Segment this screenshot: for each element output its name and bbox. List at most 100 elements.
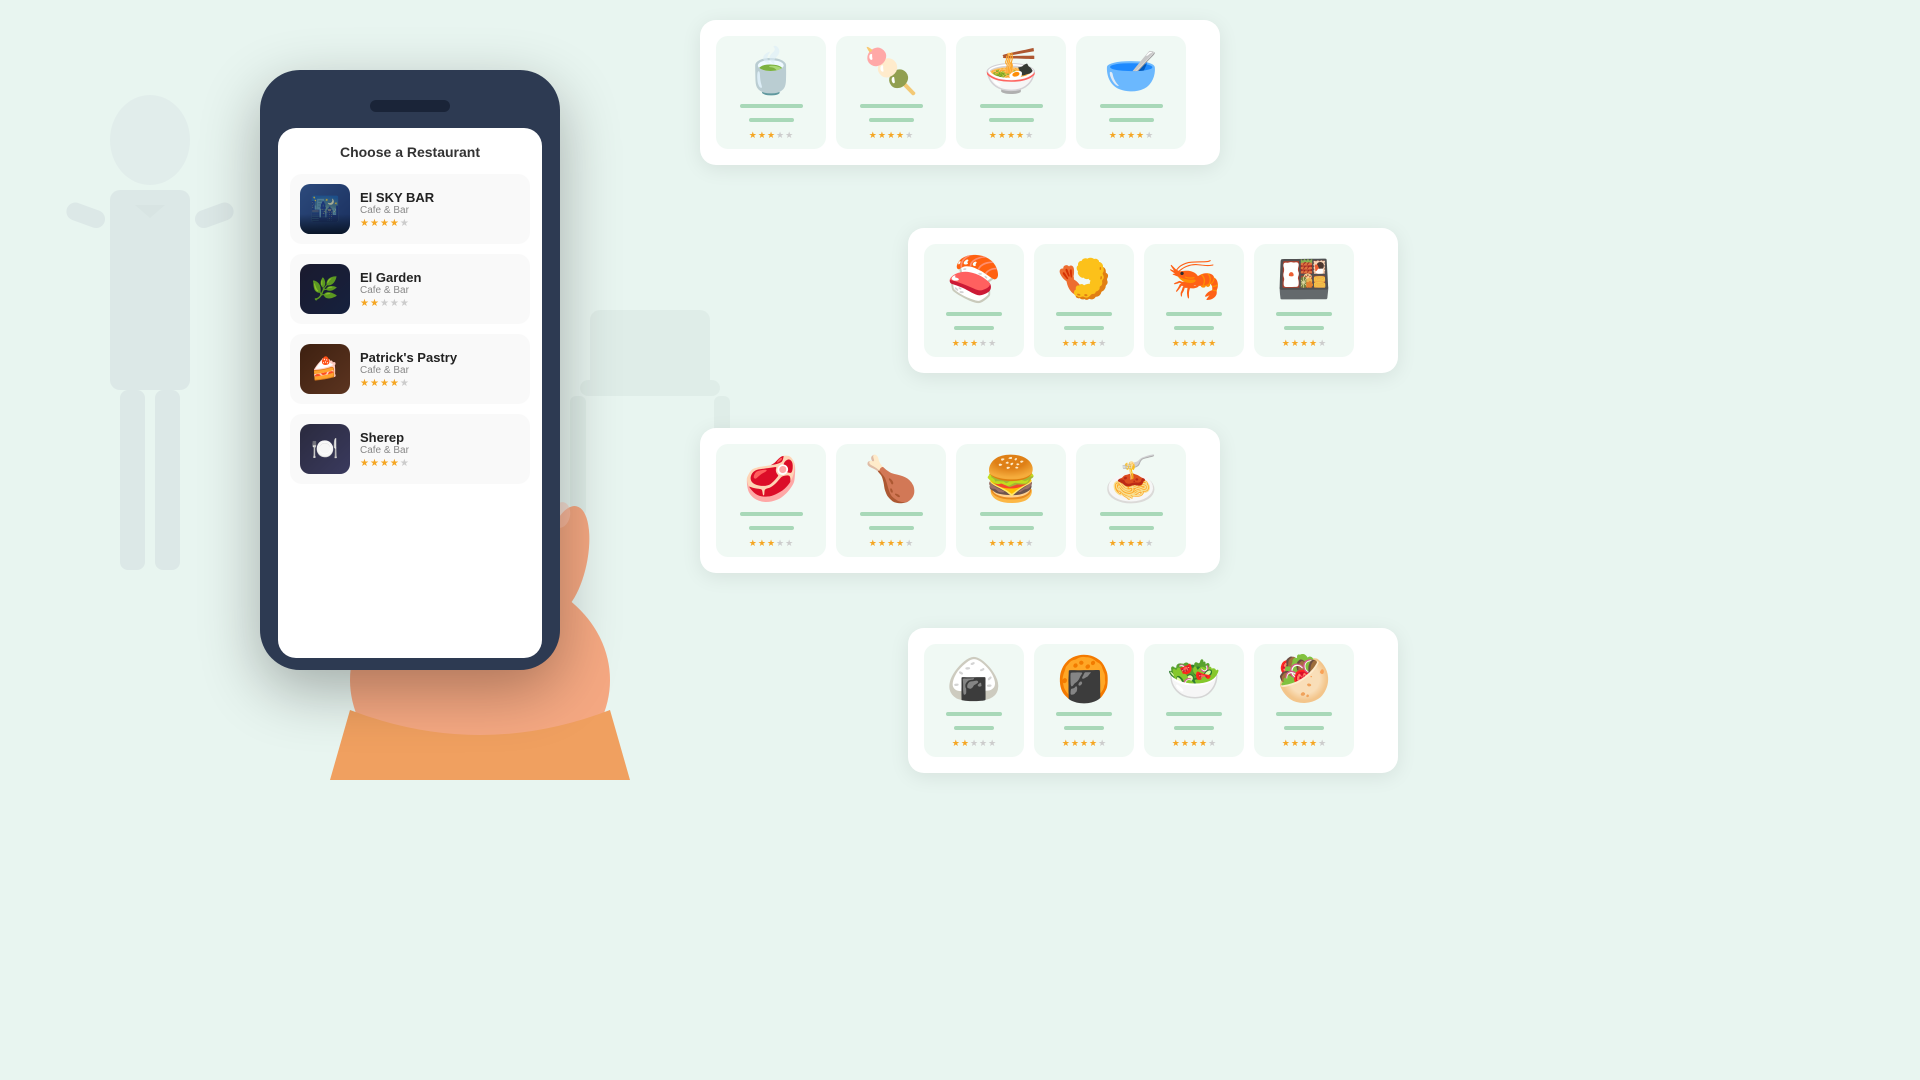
- food-line-2: [954, 326, 994, 330]
- star-e1: ★: [1208, 738, 1216, 749]
- star-f4: ★: [1136, 538, 1144, 549]
- food-emoji-noodle: 🍜: [984, 48, 1039, 96]
- star-e2: ★: [785, 130, 793, 141]
- star-3: ★: [380, 458, 389, 469]
- food-card-burger[interactable]: 🍔 ★ ★ ★ ★ ★: [956, 444, 1066, 557]
- restaurant-thumb-el-sky-bar: [300, 184, 350, 234]
- food-stars-sushi4: ★ ★ ★ ★ ★: [1282, 338, 1326, 349]
- star-f4: ★: [1199, 338, 1207, 349]
- star-f2: ★: [758, 130, 766, 141]
- food-card-roll3[interactable]: 🥗 ★ ★ ★ ★ ★: [1144, 644, 1244, 757]
- star-f4: ★: [1089, 338, 1097, 349]
- star-f3: ★: [887, 538, 895, 549]
- star-e1: ★: [1025, 130, 1033, 141]
- star-e2: ★: [988, 338, 996, 349]
- star-e1: ★: [1098, 338, 1106, 349]
- star-f2: ★: [998, 130, 1006, 141]
- food-card-roll1[interactable]: 🍙 ★ ★ ★ ★ ★: [924, 644, 1024, 757]
- star-5: ★: [400, 458, 409, 469]
- food-stars-roll1: ★ ★ ★ ★ ★: [952, 738, 996, 749]
- food-line-2: [749, 118, 794, 122]
- star-4: ★: [390, 218, 399, 229]
- food-card-sushi2[interactable]: 🍤 ★ ★ ★ ★ ★: [1034, 244, 1134, 357]
- food-line-1: [1100, 512, 1163, 516]
- star-e1: ★: [1025, 538, 1033, 549]
- food-emoji-burger: 🍔: [984, 456, 1039, 504]
- star-f4: ★: [1016, 130, 1024, 141]
- restaurant-item-el-garden[interactable]: El Garden Cafe & Bar ★ ★ ★ ★ ★: [290, 254, 530, 324]
- food-emoji-roll1: 🍙: [947, 656, 1002, 704]
- restaurant-stars-sherep: ★ ★ ★ ★ ★: [360, 458, 520, 469]
- star-e1: ★: [1145, 538, 1153, 549]
- food-emoji-sushi2: 🍤: [1057, 256, 1112, 304]
- restaurant-item-sherep[interactable]: Sherep Cafe & Bar ★ ★ ★ ★ ★: [290, 414, 530, 484]
- food-card-sushi1[interactable]: 🍣 ★ ★ ★ ★ ★: [924, 244, 1024, 357]
- star-3: ★: [380, 378, 389, 389]
- food-line-1: [1166, 712, 1222, 716]
- food-line-1: [1276, 312, 1332, 316]
- restaurant-info-patricks-pastry: Patrick's Pastry Cafe & Bar ★ ★ ★ ★ ★: [360, 350, 520, 389]
- food-line-1: [740, 512, 803, 516]
- food-line-2: [1109, 118, 1154, 122]
- food-card-pasta[interactable]: 🍝 ★ ★ ★ ★ ★: [1076, 444, 1186, 557]
- food-line-1: [1100, 104, 1163, 108]
- star-f1: ★: [1062, 738, 1070, 749]
- food-card-steak[interactable]: 🥩 ★ ★ ★ ★ ★: [716, 444, 826, 557]
- star-f3: ★: [1080, 738, 1088, 749]
- restaurant-stars-el-garden: ★ ★ ★ ★ ★: [360, 298, 520, 309]
- star-e1: ★: [970, 738, 978, 749]
- food-card-chicken[interactable]: 🍗 ★ ★ ★ ★ ★: [836, 444, 946, 557]
- food-card-sushi3[interactable]: 🦐 ★ ★ ★ ★ ★: [1144, 244, 1244, 357]
- food-line-2: [954, 726, 994, 730]
- restaurant-info-el-garden: El Garden Cafe & Bar ★ ★ ★ ★ ★: [360, 270, 520, 309]
- star-f5: ★: [1208, 338, 1216, 349]
- food-card-soup[interactable]: 🥣 ★ ★ ★ ★ ★: [1076, 36, 1186, 149]
- food-emoji-steak: 🥩: [744, 456, 799, 504]
- star-f2: ★: [961, 338, 969, 349]
- star-e1: ★: [1098, 738, 1106, 749]
- restaurant-item-el-sky-bar[interactable]: El SKY BAR Cafe & Bar ★ ★ ★ ★ ★: [290, 174, 530, 244]
- star-f3: ★: [767, 130, 775, 141]
- food-stars-skewer: ★ ★ ★ ★ ★: [869, 130, 913, 141]
- star-f2: ★: [998, 538, 1006, 549]
- restaurant-thumb-patricks-pastry: [300, 344, 350, 394]
- star-e1: ★: [979, 338, 987, 349]
- star-e1: ★: [1145, 130, 1153, 141]
- star-2: ★: [370, 458, 379, 469]
- food-line-1: [1276, 712, 1332, 716]
- food-card-roll4[interactable]: 🥙 ★ ★ ★ ★ ★: [1254, 644, 1354, 757]
- restaurant-name-sherep: Sherep: [360, 430, 520, 445]
- star-f1: ★: [989, 130, 997, 141]
- star-f2: ★: [1071, 738, 1079, 749]
- food-stars-roll3: ★ ★ ★ ★ ★: [1172, 738, 1216, 749]
- star-4: ★: [390, 458, 399, 469]
- star-f3: ★: [1300, 338, 1308, 349]
- restaurant-thumb-el-garden: [300, 264, 350, 314]
- food-emoji-roll4: 🥙: [1277, 656, 1332, 704]
- star-f4: ★: [1016, 538, 1024, 549]
- star-f3: ★: [1190, 338, 1198, 349]
- restaurant-info-sherep: Sherep Cafe & Bar ★ ★ ★ ★ ★: [360, 430, 520, 469]
- star-f2: ★: [1291, 338, 1299, 349]
- food-line-2: [749, 526, 794, 530]
- star-f2: ★: [1181, 338, 1189, 349]
- star-4: ★: [390, 298, 399, 309]
- star-f4: ★: [896, 130, 904, 141]
- food-card-skewer[interactable]: 🍡 ★ ★ ★ ★ ★: [836, 36, 946, 149]
- food-line-1: [860, 104, 923, 108]
- star-f3: ★: [1127, 130, 1135, 141]
- food-card-roll2[interactable]: 🍘 ★ ★ ★ ★ ★: [1034, 644, 1134, 757]
- star-f1: ★: [749, 538, 757, 549]
- star-e3: ★: [988, 738, 996, 749]
- food-card-noodle[interactable]: 🍜 ★ ★ ★ ★ ★: [956, 36, 1066, 149]
- food-panel-sushi: 🍣 ★ ★ ★ ★ ★ 🍤 ★ ★ ★ ★ ★ 🦐 ★ ★ ★ ★: [908, 228, 1398, 373]
- food-stars-sushi1: ★ ★ ★ ★ ★: [952, 338, 996, 349]
- food-line-1: [740, 104, 803, 108]
- food-line-2: [989, 118, 1034, 122]
- food-card-sushi4[interactable]: 🍱 ★ ★ ★ ★ ★: [1254, 244, 1354, 357]
- restaurant-item-patricks-pastry[interactable]: Patrick's Pastry Cafe & Bar ★ ★ ★ ★ ★: [290, 334, 530, 404]
- food-card-drink[interactable]: 🍵 ★ ★ ★ ★ ★: [716, 36, 826, 149]
- star-4: ★: [390, 378, 399, 389]
- star-f1: ★: [1282, 738, 1290, 749]
- star-e1: ★: [1318, 338, 1326, 349]
